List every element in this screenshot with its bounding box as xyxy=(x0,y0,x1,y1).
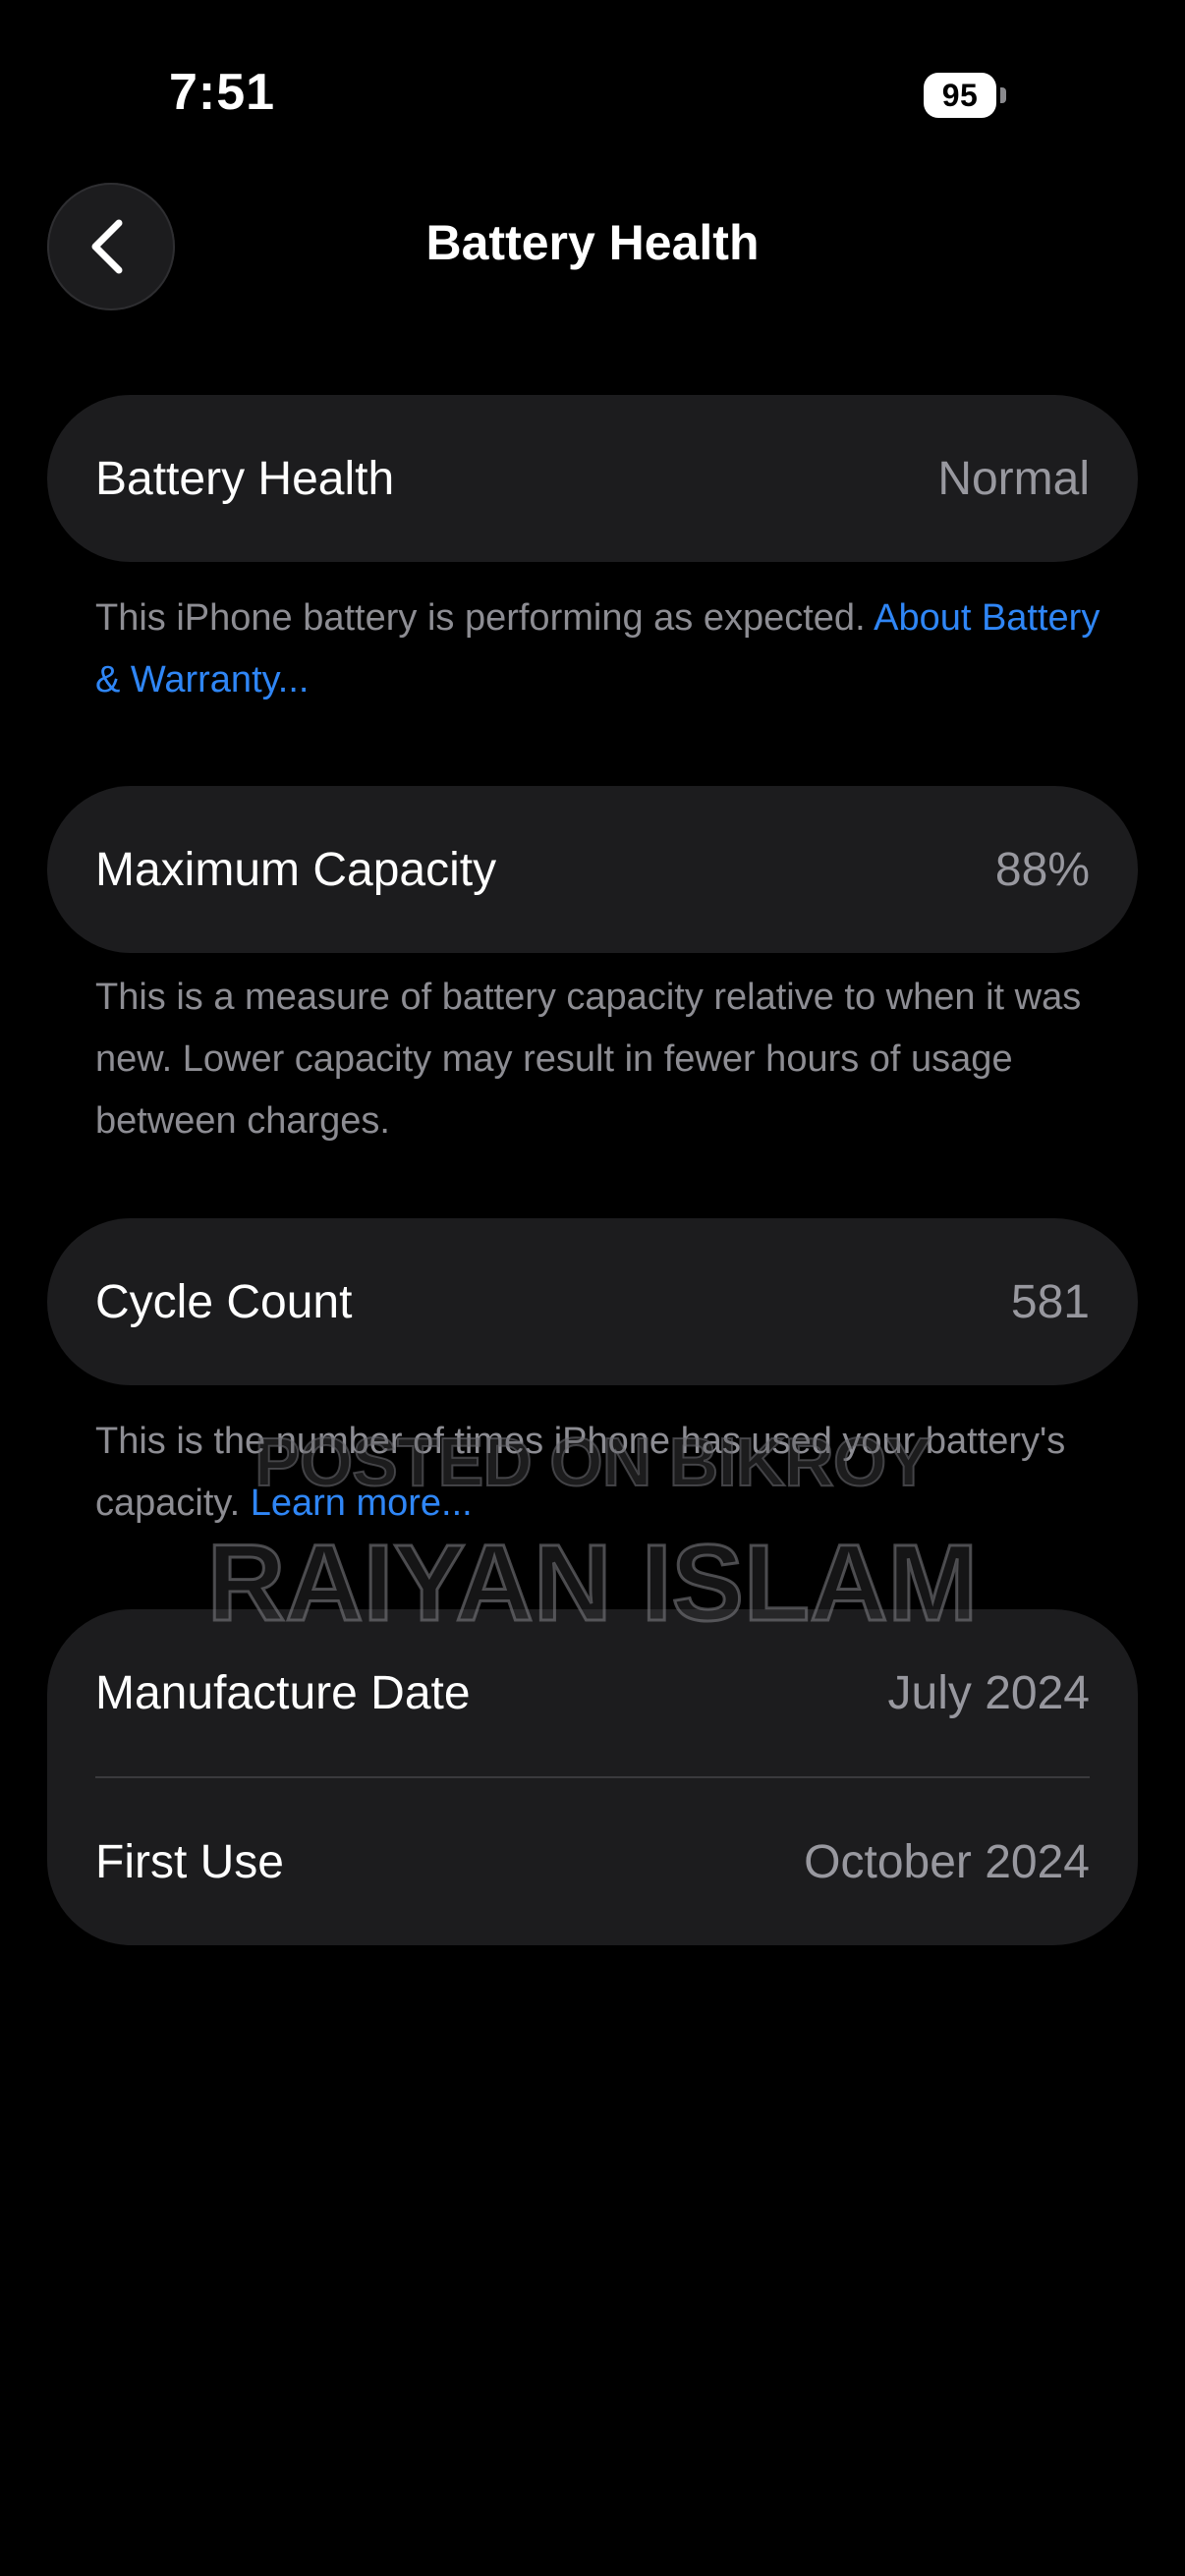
battery-health-row: Battery Health Normal xyxy=(47,395,1138,562)
watermark-name: RAIYAN ISLAM xyxy=(205,1522,979,1646)
battery-health-card: Battery Health Normal xyxy=(47,395,1138,562)
battery-level: 95 xyxy=(941,77,979,113)
maximum-capacity-label: Maximum Capacity xyxy=(95,843,497,896)
battery-health-footnote-text: This iPhone battery is performing as exp… xyxy=(95,597,875,639)
maximum-capacity-row: Maximum Capacity 88% xyxy=(47,786,1138,953)
battery-health-value: Normal xyxy=(937,452,1090,505)
battery-icon: 95 xyxy=(924,73,996,118)
cycle-count-card: Cycle Count 581 xyxy=(47,1218,1138,1385)
cycle-count-row: Cycle Count 581 xyxy=(47,1218,1138,1385)
first-use-label: First Use xyxy=(95,1835,284,1888)
manufacture-date-value: July 2024 xyxy=(887,1666,1090,1719)
battery-health-footnote: This iPhone battery is performing as exp… xyxy=(95,588,1107,711)
status-time: 7:51 xyxy=(169,64,276,121)
dates-card: Manufacture Date July 2024 First Use Oct… xyxy=(47,1609,1138,1945)
cycle-count-label: Cycle Count xyxy=(95,1275,353,1328)
watermark-posted-on: POSTED ON BIKROY xyxy=(254,1423,932,1501)
maximum-capacity-footnote-text: This is a measure of battery capacity re… xyxy=(95,977,1082,1142)
manufacture-date-label: Manufacture Date xyxy=(95,1666,471,1719)
maximum-capacity-card: Maximum Capacity 88% xyxy=(47,786,1138,953)
battery-nub xyxy=(1000,87,1006,103)
maximum-capacity-footnote: This is a measure of battery capacity re… xyxy=(95,967,1107,1152)
battery-health-label: Battery Health xyxy=(95,452,395,505)
cycle-count-value: 581 xyxy=(1010,1275,1090,1328)
status-bar: 7:51 95 xyxy=(0,0,1185,187)
maximum-capacity-value: 88% xyxy=(994,843,1090,896)
page-title: Battery Health xyxy=(425,215,760,270)
first-use-value: October 2024 xyxy=(804,1835,1090,1888)
first-use-row: First Use October 2024 xyxy=(47,1778,1138,1945)
